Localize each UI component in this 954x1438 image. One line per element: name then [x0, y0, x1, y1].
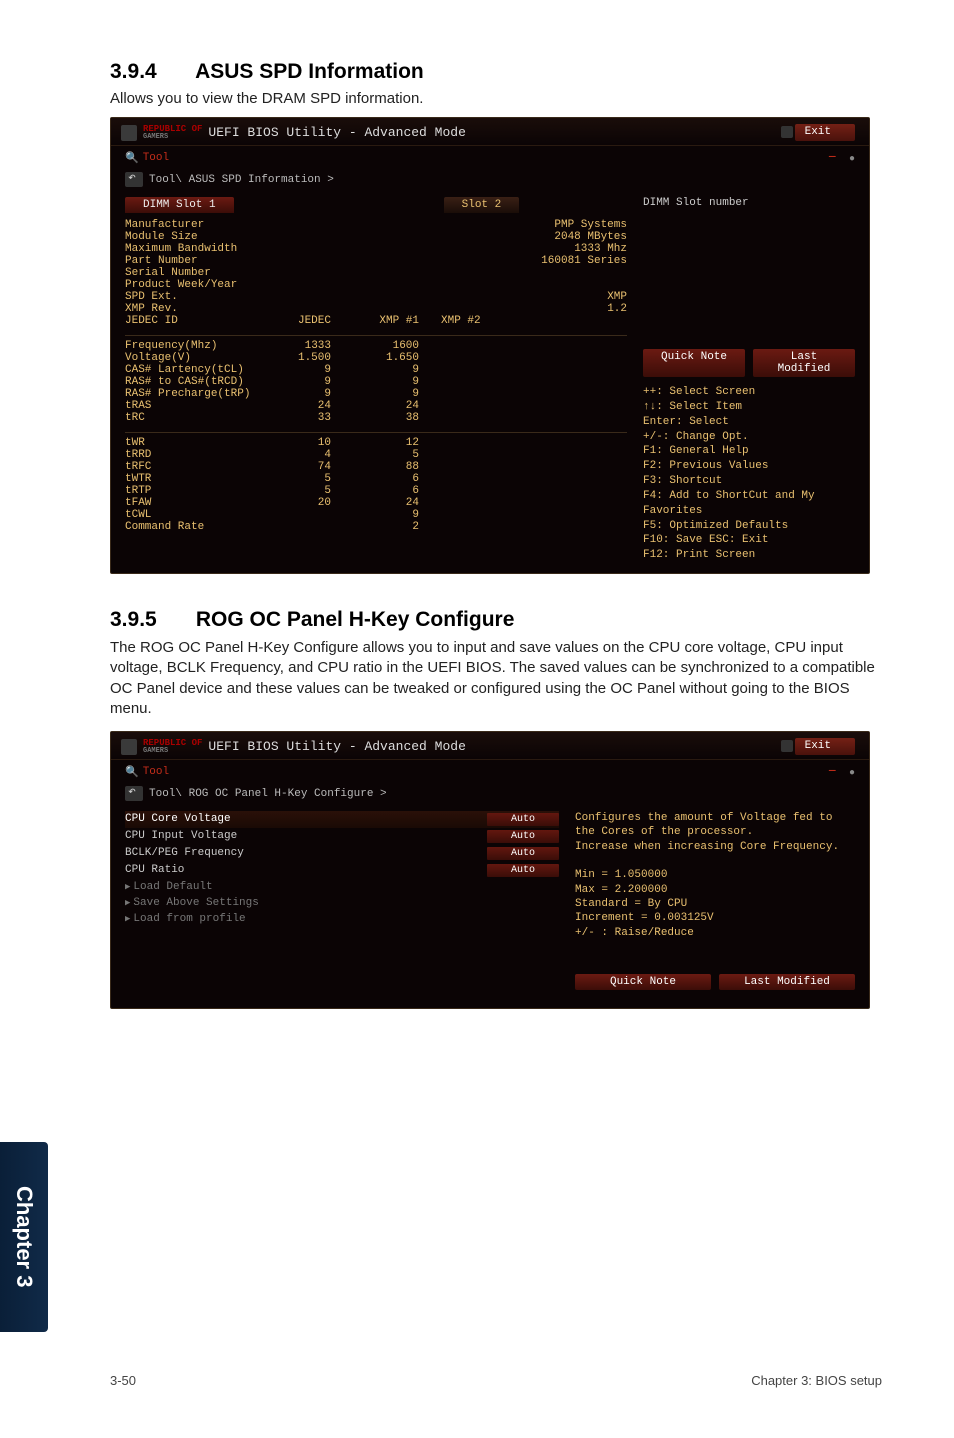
row-module-size: Module Size	[125, 231, 265, 243]
bios2-app-title: UEFI BIOS Utility - Advanced Mode	[208, 739, 465, 754]
opt-cpu-ratio[interactable]: CPU Ratio Auto	[125, 862, 559, 879]
row-trfc: tRFC	[125, 461, 265, 473]
breadcrumb-path2: Tool\ ROG OC Panel H-Key Configure >	[149, 788, 387, 800]
back-icon2[interactable]	[125, 786, 143, 801]
section-395-title: ROG OC Panel H-Key Configure	[196, 608, 515, 631]
search-icon[interactable]: − ●	[828, 150, 855, 166]
row-ras-cas: RAS# to CAS#(tRCD)	[125, 376, 265, 388]
row-product-week: Product Week/Year	[125, 279, 265, 291]
section-394-number: 3.9.4	[110, 60, 190, 84]
side-label: DIMM Slot number	[643, 197, 855, 209]
bios2-subbar: 🔍 Tool − ●	[111, 760, 869, 782]
chapter-tab-label: Chapter 3	[11, 1186, 37, 1287]
tool-label2: Tool	[143, 766, 169, 778]
bios-app-title: UEFI BIOS Utility - Advanced Mode	[208, 125, 465, 140]
bios2-desc: Configures the amount of Voltage fed to …	[575, 811, 855, 940]
row-twtr: tWTR	[125, 473, 265, 485]
help-keys: ++: Select Screen ↑↓: Select Item Enter:…	[643, 385, 855, 563]
bios-subbar: 🔍 Tool − ●	[111, 146, 869, 168]
row-trrd: tRRD	[125, 449, 265, 461]
breadcrumb-path: Tool\ ASUS SPD Information >	[149, 174, 334, 186]
opt-cpu-input-voltage[interactable]: CPU Input Voltage Auto	[125, 828, 559, 845]
bios-titlebar: REPUBLIC OF GAMERS UEFI BIOS Utility - A…	[111, 118, 869, 146]
rog-logo-text: REPUBLIC OF GAMERS	[143, 125, 202, 141]
search-icon2[interactable]: − ●	[828, 764, 855, 780]
back-icon[interactable]	[125, 172, 143, 187]
row-serial-number: Serial Number	[125, 267, 265, 279]
row-tcwl: tCWL	[125, 509, 265, 521]
bios2-side-panel: Configures the amount of Voltage fed to …	[571, 807, 869, 1008]
quick-note-button2[interactable]: Quick Note	[575, 974, 711, 990]
section-394-title: ASUS SPD Information	[195, 60, 424, 83]
exit-label2: Exit	[805, 740, 831, 752]
opt-bclk-frequency[interactable]: BCLK/PEG Frequency Auto	[125, 845, 559, 862]
row-voltage: Voltage(V)	[125, 352, 265, 364]
bios-side-panel: DIMM Slot number Quick Note Last Modifie…	[639, 193, 869, 573]
footer-page-number: 3-50	[110, 1373, 136, 1388]
opt-load-profile[interactable]: ▶Load from profile	[125, 911, 559, 927]
row-cmdrate: Command Rate	[125, 521, 265, 533]
quick-note-button[interactable]: Quick Note	[643, 349, 745, 377]
row-part-number: Part Number	[125, 255, 265, 267]
row-ras-pre: RAS# Precharge(tRP)	[125, 388, 265, 400]
row-spd-ext: SPD Ext.	[125, 291, 265, 303]
logo-top: REPUBLIC OF	[143, 124, 202, 134]
bios-screenshot-hkey: REPUBLIC OF GAMERS UEFI BIOS Utility - A…	[110, 731, 870, 1009]
row-tfaw: tFAW	[125, 497, 265, 509]
section-395-body: The ROG OC Panel H-Key Configure allows …	[110, 638, 882, 719]
opt-cpu-core-voltage[interactable]: CPU Core Voltage Auto	[125, 811, 559, 828]
page-footer: 3-50 Chapter 3: BIOS setup	[0, 1373, 954, 1388]
bios-breadcrumb: Tool\ ASUS SPD Information >	[111, 168, 869, 193]
row-jedec-id: JEDEC ID	[125, 315, 265, 327]
footer-chapter-label: Chapter 3: BIOS setup	[751, 1373, 882, 1388]
rog-logo-icon2	[121, 739, 137, 755]
last-modified-button2[interactable]: Last Modified	[719, 974, 855, 990]
section-395-number: 3.9.5	[110, 608, 190, 632]
exit-button2[interactable]: Exit	[795, 738, 855, 755]
bios-screenshot-spd: REPUBLIC OF GAMERS UEFI BIOS Utility - A…	[110, 117, 870, 574]
section-394-heading: 3.9.4 ASUS SPD Information	[110, 60, 882, 84]
row-trc: tRC	[125, 412, 265, 424]
section-395-heading: 3.9.5 ROG OC Panel H-Key Configure	[110, 608, 882, 632]
section-394-lead: Allows you to view the DRAM SPD informat…	[110, 90, 882, 107]
rog-logo2: REPUBLIC OF GAMERS UEFI BIOS Utility - A…	[121, 739, 466, 755]
exit-button[interactable]: Exit	[795, 124, 855, 141]
exit-label: Exit	[805, 126, 831, 138]
row-trtp: tRTP	[125, 485, 265, 497]
logo2-bottom: GAMERS	[143, 748, 202, 755]
bios-main-panel: DIMM Slot 1 Slot 2 ManufacturerPMP Syste…	[111, 193, 639, 573]
bios2-titlebar: REPUBLIC OF GAMERS UEFI BIOS Utility - A…	[111, 732, 869, 760]
tool-label: Tool	[143, 152, 169, 164]
bios2-breadcrumb: Tool\ ROG OC Panel H-Key Configure >	[111, 782, 869, 807]
row-xmp-rev: XMP Rev.	[125, 303, 265, 315]
tool-menu2[interactable]: 🔍 Tool	[125, 765, 169, 779]
row-twr: tWR	[125, 437, 265, 449]
last-modified-button[interactable]: Last Modified	[753, 349, 855, 377]
tool-menu[interactable]: 🔍 Tool	[125, 151, 169, 165]
chapter-tab: Chapter 3	[0, 1142, 48, 1332]
opt-load-default[interactable]: ▶Load Default	[125, 879, 559, 895]
bios2-main-panel: CPU Core Voltage Auto CPU Input Voltage …	[111, 807, 571, 1008]
row-max-bandwidth: Maximum Bandwidth	[125, 243, 265, 255]
row-freq: Frequency(Mhz)	[125, 340, 265, 352]
tab-slot1[interactable]: DIMM Slot 1	[125, 197, 234, 213]
row-tras: tRAS	[125, 400, 265, 412]
rog-logo-icon	[121, 125, 137, 141]
logo-bottom: GAMERS	[143, 134, 202, 141]
row-manufacturer: Manufacturer	[125, 219, 265, 231]
tab-slot2[interactable]: Slot 2	[444, 197, 520, 213]
rog-logo: REPUBLIC OF GAMERS UEFI BIOS Utility - A…	[121, 125, 466, 141]
row-cas: CAS# Lartency(tCL)	[125, 364, 265, 376]
opt-save-above[interactable]: ▶Save Above Settings	[125, 895, 559, 911]
